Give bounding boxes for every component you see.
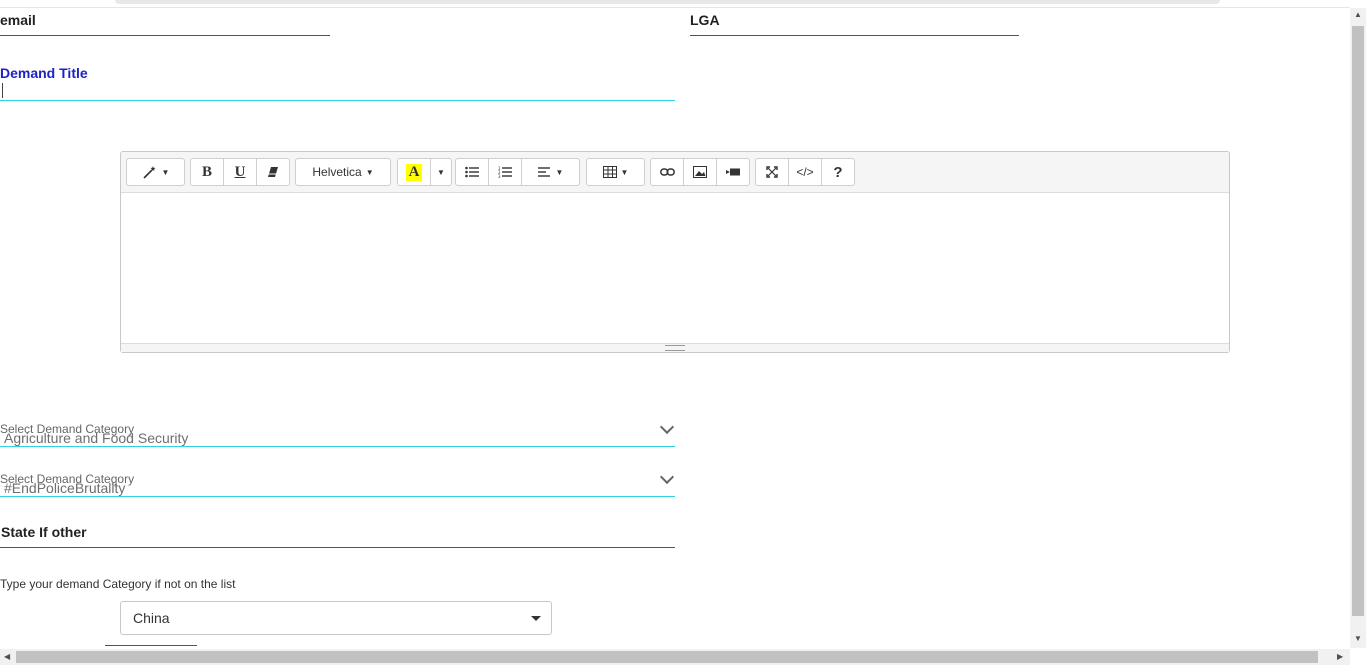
fullscreen-button[interactable] xyxy=(755,158,789,186)
underline-button[interactable]: U xyxy=(223,158,257,186)
style-dropdown-button[interactable]: ▼ xyxy=(126,158,185,186)
editor-resize-handle[interactable] xyxy=(121,343,1229,352)
scroll-right-arrow-icon[interactable]: ▶ xyxy=(1337,652,1343,661)
font-style-group: B U xyxy=(190,158,290,186)
select-value: #EndPoliceBrutality xyxy=(4,480,126,496)
view-group: </> ? xyxy=(755,158,855,186)
select-underline xyxy=(0,446,675,447)
demand-title-label: Demand Title xyxy=(0,65,88,81)
vertical-scrollbar-thumb[interactable] xyxy=(1352,26,1364,616)
video-icon xyxy=(726,168,740,176)
demand-category-select-2[interactable]: Select Demand Category #EndPoliceBrutali… xyxy=(0,468,675,497)
category-hint-text: Type your demand Category if not on the … xyxy=(0,577,236,591)
font-name-label: Helvetica xyxy=(312,165,362,179)
paragraph-group: 1 2 3 ▼ xyxy=(455,158,580,186)
table-group: ▼ xyxy=(586,158,645,186)
picture-icon xyxy=(693,166,707,178)
editor-toolbar: ▼ B U Helvetica ▼ A ▼ 1 2 3 ▼ ▼ </> ? xyxy=(121,152,1229,193)
text-cursor xyxy=(2,83,3,98)
clear-format-button[interactable] xyxy=(256,158,290,186)
rich-text-editor: ▼ B U Helvetica ▼ A ▼ 1 2 3 ▼ ▼ </> ? xyxy=(120,151,1230,353)
scroll-up-arrow-icon[interactable]: ▲ xyxy=(1354,10,1362,19)
insert-group xyxy=(650,158,750,186)
chevron-down-icon xyxy=(659,419,675,435)
ordered-list-icon: 1 2 3 xyxy=(498,166,512,178)
unordered-list-button[interactable] xyxy=(455,158,489,186)
chevron-down-icon: ▼ xyxy=(365,167,374,177)
email-label: email xyxy=(0,12,36,28)
horizontal-scrollbar-thumb[interactable] xyxy=(16,651,1318,663)
magic-wand-icon xyxy=(142,166,156,179)
chevron-down-icon: ▼ xyxy=(161,167,170,177)
editor-content-area[interactable] xyxy=(121,193,1229,343)
align-dropdown-button[interactable]: ▼ xyxy=(521,158,580,186)
country-value: China xyxy=(133,610,170,626)
scroll-down-arrow-icon[interactable]: ▼ xyxy=(1354,634,1362,643)
chevron-down-icon: ▼ xyxy=(555,167,564,177)
demand-category-select-1[interactable]: Select Demand Category Agriculture and F… xyxy=(0,418,675,447)
font-name-dropdown[interactable]: Helvetica ▼ xyxy=(295,158,391,186)
select-value: Agriculture and Food Security xyxy=(4,430,189,446)
country-select[interactable]: China xyxy=(120,601,552,635)
color-dropdown-button[interactable]: ▼ xyxy=(430,158,452,186)
email-field[interactable] xyxy=(0,35,330,36)
browser-tab-strip xyxy=(115,0,1220,4)
help-button[interactable]: ? xyxy=(821,158,855,186)
state-if-other-field[interactable] xyxy=(0,547,675,548)
link-button[interactable] xyxy=(650,158,684,186)
caret-down-icon xyxy=(531,616,541,621)
lga-label: LGA xyxy=(690,12,720,28)
code-view-button[interactable]: </> xyxy=(788,158,822,186)
bold-button[interactable]: B xyxy=(190,158,224,186)
select-underline xyxy=(0,496,675,497)
video-button[interactable] xyxy=(716,158,750,186)
unordered-list-icon xyxy=(465,166,479,178)
svg-text:3: 3 xyxy=(498,174,501,178)
recent-color-button[interactable]: A xyxy=(397,158,431,186)
ordered-list-button[interactable]: 1 2 3 xyxy=(488,158,522,186)
scroll-left-arrow-icon[interactable]: ◀ xyxy=(4,652,10,661)
demand-title-input[interactable] xyxy=(0,80,675,100)
chevron-down-icon: ▼ xyxy=(437,167,445,177)
table-dropdown-button[interactable]: ▼ xyxy=(586,158,645,186)
demand-title-underline xyxy=(0,100,675,101)
eraser-icon xyxy=(268,167,278,177)
picture-button[interactable] xyxy=(683,158,717,186)
link-icon xyxy=(659,168,675,176)
lga-field[interactable] xyxy=(690,35,1019,36)
grip-icon xyxy=(665,345,685,351)
state-if-other-label: State If other xyxy=(1,524,87,540)
chevron-down-icon xyxy=(659,469,675,485)
partial-field-underline xyxy=(105,645,197,646)
align-left-icon xyxy=(537,167,550,177)
color-letter: A xyxy=(405,163,423,181)
font-name-group: Helvetica ▼ xyxy=(295,158,391,186)
chevron-down-icon: ▼ xyxy=(620,167,629,177)
table-icon xyxy=(602,166,617,178)
style-group: ▼ xyxy=(126,158,185,186)
expand-icon xyxy=(766,166,778,178)
top-divider xyxy=(0,7,1350,8)
color-group: A ▼ xyxy=(397,158,452,186)
